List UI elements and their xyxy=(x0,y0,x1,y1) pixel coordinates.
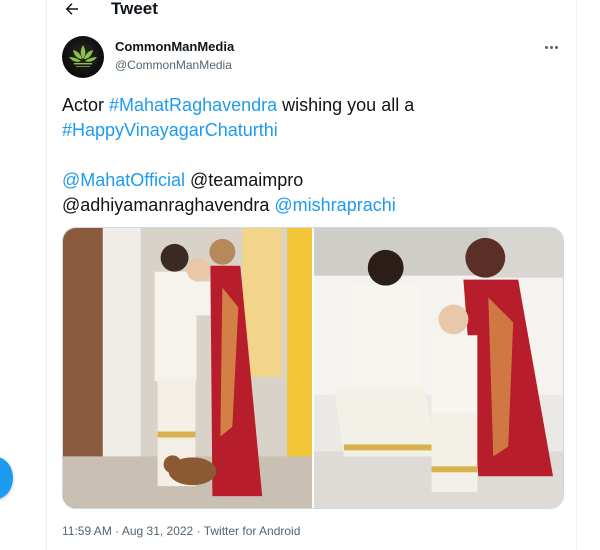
mention-link[interactable]: @MahatOfficial xyxy=(62,170,185,190)
tweet-media xyxy=(62,227,564,509)
more-options-button[interactable] xyxy=(540,38,562,56)
page-title: Tweet xyxy=(111,0,158,18)
more-horizontal-icon-dot xyxy=(549,45,553,49)
mention-link[interactable]: @mishraprachi xyxy=(274,195,395,215)
tweet-date[interactable]: Aug 31, 2022 xyxy=(122,524,193,538)
author-avatar[interactable] xyxy=(62,36,104,78)
photo-illustration xyxy=(63,228,312,508)
tweet-text-segment: Actor xyxy=(62,95,110,115)
meta-separator: · xyxy=(111,524,122,538)
tweet-text: Actor #MahatRaghavendra wishing you all … xyxy=(62,93,567,218)
author-handle[interactable]: @CommonManMedia xyxy=(115,58,232,72)
author-name[interactable]: CommonManMedia xyxy=(115,39,234,54)
media-photo-2[interactable] xyxy=(314,228,563,508)
tweet-client[interactable]: Twitter for Android xyxy=(204,524,301,538)
tweet-meta: 11:59 AM · Aug 31, 2022 · Twitter for An… xyxy=(62,524,300,538)
tweet-text-segment: wishing you all a xyxy=(277,95,415,115)
hashtag-link[interactable]: #HappyVinayagarChaturthi xyxy=(62,120,278,140)
more-horizontal-icon xyxy=(544,45,548,49)
arrow-left-icon xyxy=(65,3,78,15)
tweet-line-1: Actor #MahatRaghavendra wishing you all … xyxy=(62,93,567,118)
tweet-time[interactable]: 11:59 AM xyxy=(62,524,112,538)
tweet-line-3: @MahatOfficial @teamaimpro xyxy=(62,168,567,193)
photo-illustration xyxy=(314,228,563,508)
media-photo-1[interactable] xyxy=(63,228,312,508)
tweet-line-2: #HappyVinayagarChaturthi xyxy=(62,118,567,143)
mention-text: @adhiyamanraghavendra xyxy=(62,195,275,215)
tweet-column: Tweet CommonManMedia @CommonManMedia Act… xyxy=(46,0,577,550)
page-header: Tweet xyxy=(47,0,576,22)
back-button[interactable] xyxy=(61,0,83,20)
tweet-line-4: @adhiyamanraghavendra @mishraprachi xyxy=(62,193,567,218)
meta-separator: · xyxy=(193,524,204,538)
hashtag-link[interactable]: #MahatRaghavendra xyxy=(109,95,277,115)
brand-logo xyxy=(69,45,97,67)
compose-fab-button[interactable] xyxy=(0,457,13,499)
more-horizontal-icon-dot xyxy=(554,45,558,49)
mention-text: @teamaimpro xyxy=(185,170,304,190)
